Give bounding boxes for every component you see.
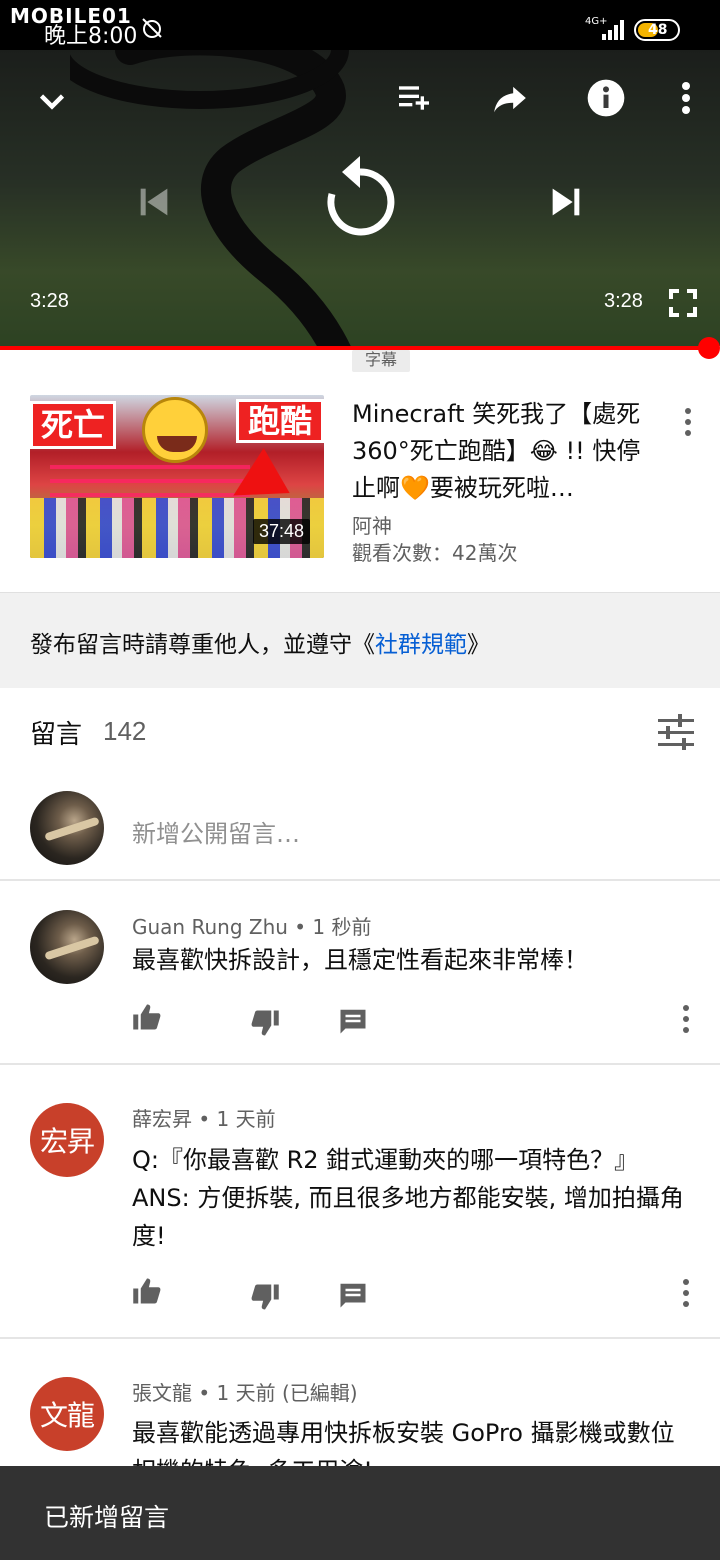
dislike-icon[interactable] <box>250 1008 282 1040</box>
battery-level: 48 <box>648 22 668 38</box>
fullscreen-icon[interactable] <box>662 282 704 324</box>
avatar[interactable] <box>30 910 104 984</box>
status-bar: MOBILE01 晚上8:00 4G+ 48 <box>0 0 720 50</box>
replay-icon[interactable] <box>318 150 402 242</box>
avatar[interactable]: 宏昇 <box>30 1103 104 1177</box>
avatar <box>30 791 104 865</box>
view-count: 觀看次數：42萬次 <box>352 541 518 565</box>
status-time: 晚上8:00 <box>44 24 138 49</box>
battery-icon: 48 <box>634 19 680 41</box>
snackbar-message: 已新增留言 <box>44 1503 170 1532</box>
channel-name[interactable]: 阿神 <box>352 510 392 539</box>
comment-meta: Guan Rung Zhu • 1 秒前 <box>132 915 372 939</box>
reply-icon[interactable] <box>338 1280 370 1312</box>
add-comment-input[interactable]: 新增公開留言… <box>132 814 300 849</box>
video-title[interactable]: Minecraft 笑死我了【處死360°死亡跑酷】😂 !! 快停止啊🧡要被玩死… <box>352 396 652 507</box>
like-icon[interactable] <box>132 1276 164 1308</box>
sort-icon[interactable] <box>656 714 696 750</box>
comment-more-icon[interactable] <box>674 999 698 1039</box>
guidelines-banner: 發布留言時請尊重他人，並遵守《社群規範》 <box>0 592 720 688</box>
comments-count: 142 <box>103 716 147 746</box>
video-duration: 37:48 <box>252 519 310 544</box>
reply-icon[interactable] <box>338 1006 370 1038</box>
guidelines-link[interactable]: 社群規範 <box>375 632 467 658</box>
divider <box>0 1337 720 1339</box>
info-icon[interactable] <box>584 76 628 120</box>
captions-tag[interactable]: 字幕 <box>352 350 410 372</box>
alarm-off-icon <box>140 16 164 46</box>
guidelines-text: 發布留言時請尊重他人，並遵守《社群規範》 <box>30 632 490 658</box>
dislike-icon[interactable] <box>250 1282 282 1314</box>
comment-more-icon[interactable] <box>674 1273 698 1313</box>
video-more-icon[interactable] <box>676 402 700 442</box>
more-vert-icon[interactable] <box>664 76 708 120</box>
laughing-emoji-icon <box>142 397 208 463</box>
comment-text: 最喜歡快拆設計，且穩定性看起來非常棒！ <box>132 946 588 974</box>
previous-icon[interactable] <box>130 178 178 226</box>
like-icon[interactable] <box>132 1002 164 1034</box>
next-icon[interactable] <box>542 178 590 226</box>
avatar[interactable]: 文龍 <box>30 1377 104 1451</box>
comment-text: Q:『你最喜歡 R2 鉗式運動夾的哪一項特色？』ANS: 方便拆裝, 而且很多地… <box>132 1146 684 1250</box>
add-to-queue-icon[interactable] <box>392 76 436 120</box>
divider <box>0 879 720 881</box>
video-player[interactable]: 3:28 3:28 <box>0 50 720 346</box>
comment-meta: 張文龍 • 1 天前 (已編輯) <box>132 1381 358 1405</box>
divider <box>0 1063 720 1065</box>
video-thumbnail[interactable]: 死亡 跑酷 37:48 <box>30 395 324 558</box>
chevron-down-icon[interactable] <box>30 80 74 124</box>
comment-meta: 薛宏昇 • 1 天前 <box>132 1107 276 1131</box>
total-duration: 3:28 <box>604 290 643 312</box>
comments-title: 留言 <box>30 720 83 750</box>
snackbar: 已新增留言 <box>0 1466 720 1560</box>
progress-scrubber[interactable] <box>698 337 720 359</box>
thumbnail-text-left: 死亡 <box>30 401 116 449</box>
thumbnail-text-right: 跑酷 <box>236 399 324 443</box>
elapsed-time: 3:28 <box>30 290 69 312</box>
share-icon[interactable] <box>488 76 532 120</box>
signal-icon <box>602 18 626 40</box>
